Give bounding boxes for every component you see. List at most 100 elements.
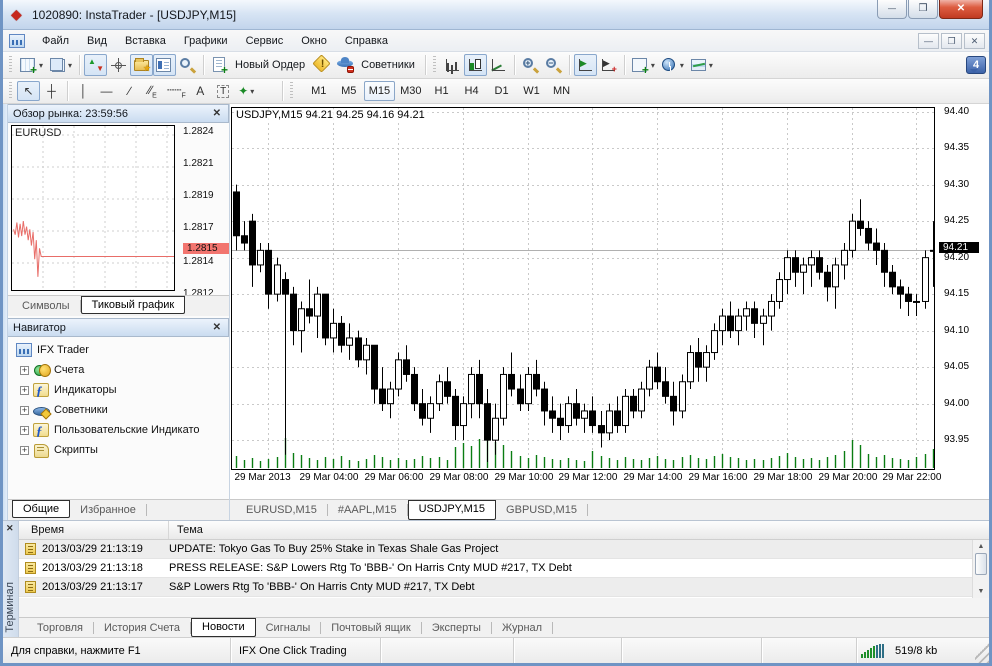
chart-tab-1[interactable]: EURUSD,M15 bbox=[236, 501, 327, 521]
chart-shift-button[interactable] bbox=[597, 54, 620, 76]
menu-item-4[interactable]: Графики bbox=[175, 32, 237, 50]
resize-grip[interactable] bbox=[975, 638, 989, 663]
navigator-toggle[interactable]: ★ bbox=[130, 54, 153, 76]
expand-plus-icon[interactable]: + bbox=[20, 426, 29, 435]
news-row-1[interactable]: 2013/03/29 21:13:19UPDATE: Tokyo Gas To … bbox=[19, 540, 989, 559]
text-tool[interactable]: A bbox=[189, 81, 212, 101]
menu-item-7[interactable]: Справка bbox=[336, 32, 397, 50]
column-time[interactable]: Время bbox=[19, 521, 169, 539]
data-window-button[interactable] bbox=[107, 54, 130, 76]
chart-tab-2[interactable]: #AAPL,M15 bbox=[328, 501, 407, 521]
timeframe-button-w1[interactable]: W1 bbox=[517, 81, 547, 101]
profiles-button[interactable]: ▾ bbox=[46, 54, 75, 76]
menu-item-2[interactable]: Вид bbox=[78, 32, 116, 50]
navigator-item-5[interactable]: +Скрипты bbox=[14, 440, 229, 460]
market-watch-toggle[interactable] bbox=[84, 54, 107, 76]
scroll-up-icon[interactable]: ▲ bbox=[975, 541, 987, 552]
arrows-tool[interactable]: ✦▾ bbox=[235, 81, 258, 101]
market-watch-tab-1[interactable]: Символы bbox=[12, 297, 80, 314]
timeframe-button-m30[interactable]: M30 bbox=[395, 81, 426, 101]
time-axis[interactable]: 29 Mar 201329 Mar 04:0029 Mar 06:0029 Ma… bbox=[231, 472, 971, 488]
line-chart-button[interactable] bbox=[487, 54, 510, 76]
terminal-tab-6[interactable]: Эксперты bbox=[422, 619, 491, 638]
periods-button[interactable]: ▾ bbox=[658, 54, 687, 76]
new-order-label[interactable]: Новый Ордер bbox=[235, 59, 305, 71]
auto-scroll-button[interactable] bbox=[574, 54, 597, 76]
new-chart-button[interactable]: +▾ bbox=[17, 54, 46, 76]
timeframe-button-h1[interactable]: H1 bbox=[427, 81, 457, 101]
navigator-item-4[interactable]: +Пользовательские Индикато bbox=[14, 420, 229, 440]
market-watch-close-icon[interactable]: ✕ bbox=[211, 108, 223, 119]
bar-chart-button[interactable] bbox=[441, 54, 464, 76]
menu-item-5[interactable]: Сервис bbox=[237, 32, 293, 50]
terminal-tab-5[interactable]: Почтовый ящик bbox=[321, 619, 420, 638]
expand-plus-icon[interactable]: + bbox=[20, 406, 29, 415]
toolbar-grip[interactable] bbox=[9, 56, 14, 74]
news-row-3[interactable]: 2013/03/29 21:13:17S&P Lowers Rtg To 'BB… bbox=[19, 578, 989, 597]
price-axis[interactable]: 94.4094.3594.3094.2594.2094.1594.1094.05… bbox=[936, 107, 990, 470]
cursor-tool[interactable]: ↖ bbox=[17, 81, 40, 101]
menu-item-1[interactable]: Файл bbox=[33, 32, 78, 50]
chart-tab-3[interactable]: USDJPY,M15 bbox=[408, 500, 496, 520]
fibonacci-tool[interactable]: ┄┄F bbox=[164, 81, 189, 101]
candlestick-chart-button[interactable] bbox=[464, 54, 487, 76]
timeframe-button-mn[interactable]: MN bbox=[547, 81, 577, 101]
menu-item-3[interactable]: Вставка bbox=[116, 32, 175, 50]
timeframe-button-d1[interactable]: D1 bbox=[487, 81, 517, 101]
candlestick-chart[interactable]: USDJPY,M15 94.21 94.25 94.16 94.21 bbox=[231, 107, 935, 470]
maximize-button[interactable] bbox=[908, 0, 938, 19]
terminal-tab-7[interactable]: Журнал bbox=[492, 619, 552, 638]
new-order-button[interactable]: + bbox=[208, 54, 231, 76]
equidistant-channel-tool[interactable]: ∕∕E bbox=[141, 81, 164, 101]
terminal-tab-1[interactable]: Торговля bbox=[27, 619, 93, 638]
minimize-button[interactable] bbox=[877, 0, 907, 19]
trendline-tool[interactable]: ∕ bbox=[118, 81, 141, 101]
column-topic[interactable]: Тема bbox=[169, 521, 989, 539]
timeframe-button-m15[interactable]: M15 bbox=[364, 81, 395, 101]
zoom-in-button[interactable]: + bbox=[519, 54, 542, 76]
child-restore-button[interactable]: ❐ bbox=[941, 33, 962, 49]
tick-chart[interactable]: EURUSD bbox=[11, 125, 175, 291]
menu-item-6[interactable]: Окно bbox=[292, 32, 336, 50]
expand-plus-icon[interactable]: + bbox=[20, 366, 29, 375]
navigator-item-3[interactable]: +Советники bbox=[14, 400, 229, 420]
news-row-4[interactable]: 2013/03/29 21:13:15PRESS RELEASE: S&P Ta… bbox=[19, 597, 989, 598]
navigator-item-2[interactable]: +Индикаторы bbox=[14, 380, 229, 400]
toolbar-grip[interactable] bbox=[433, 56, 438, 74]
notifications-badge[interactable]: 4 bbox=[966, 56, 986, 74]
terminal-tab-2[interactable]: История Счета bbox=[94, 619, 190, 638]
crosshair-tool[interactable]: ┼ bbox=[40, 81, 63, 101]
scrollbar-thumb[interactable] bbox=[975, 553, 987, 575]
terminal-tab-3[interactable]: Новости bbox=[191, 618, 256, 637]
market-watch-tab-2[interactable]: Тиковый график bbox=[81, 296, 186, 314]
advisors-label[interactable]: Советники bbox=[361, 59, 415, 71]
expand-plus-icon[interactable]: + bbox=[20, 386, 29, 395]
horizontal-line-tool[interactable]: — bbox=[95, 81, 118, 101]
text-label-tool[interactable]: T bbox=[212, 81, 235, 101]
news-row-2[interactable]: 2013/03/29 21:13:18PRESS RELEASE: S&P Lo… bbox=[19, 559, 989, 578]
zoom-out-button[interactable]: − bbox=[542, 54, 565, 76]
vertical-line-tool[interactable]: │ bbox=[72, 81, 95, 101]
chart-tab-4[interactable]: GBPUSD,M15 bbox=[496, 501, 587, 521]
timeframe-button-m5[interactable]: M5 bbox=[334, 81, 364, 101]
close-button[interactable] bbox=[939, 0, 983, 19]
chart-area[interactable]: USDJPY,M15 94.21 94.25 94.16 94.21 94.40… bbox=[230, 104, 989, 499]
expand-plus-icon[interactable]: + bbox=[20, 446, 29, 455]
strategy-tester-button[interactable] bbox=[176, 54, 199, 76]
terminal-close-icon[interactable]: ✕ bbox=[6, 523, 14, 534]
terminal-toggle[interactable] bbox=[153, 54, 176, 76]
toolbar-grip[interactable] bbox=[9, 82, 14, 100]
navigator-close-icon[interactable]: ✕ bbox=[211, 322, 223, 333]
news-scrollbar[interactable]: ▲ ▼ bbox=[972, 540, 989, 598]
status-one-click-trading[interactable]: IFX One Click Trading bbox=[231, 638, 381, 663]
scroll-down-icon[interactable]: ▼ bbox=[975, 586, 987, 597]
metaeditor-button[interactable]: ! bbox=[311, 54, 334, 76]
navigator-root[interactable]: IFX Trader bbox=[14, 340, 229, 360]
timeframe-button-m1[interactable]: M1 bbox=[304, 81, 334, 101]
timeframe-button-h4[interactable]: H4 bbox=[457, 81, 487, 101]
indicators-button[interactable]: +▾ bbox=[629, 54, 658, 76]
navigator-item-1[interactable]: +Счета bbox=[14, 360, 229, 380]
navigator-tab-2[interactable]: Избранное bbox=[70, 501, 146, 518]
templates-button[interactable]: ▾ bbox=[687, 54, 716, 76]
child-close-button[interactable]: ✕ bbox=[964, 33, 985, 49]
